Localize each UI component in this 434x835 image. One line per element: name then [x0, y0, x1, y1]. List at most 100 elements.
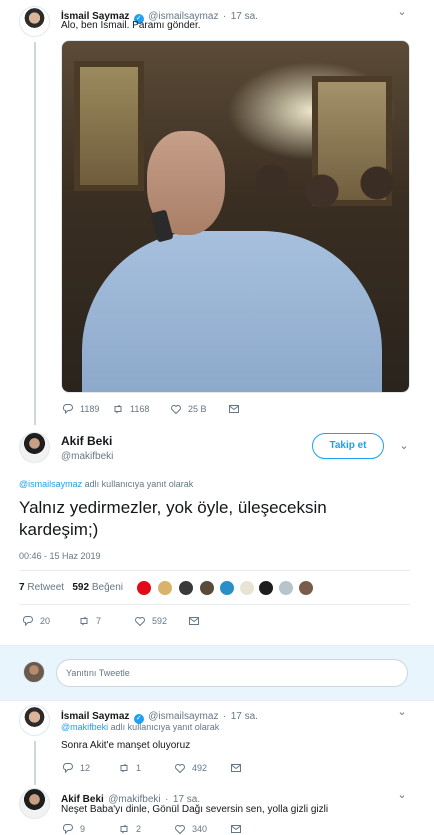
tweet-text: Neşet Baba'yı dinle, Gönül Dağı seversin… [61, 804, 329, 815]
retweet-icon [120, 763, 128, 773]
reply-button[interactable]: 12 [62, 762, 118, 774]
like-button[interactable]: 492 [174, 762, 230, 774]
photo-shirt [82, 231, 382, 392]
message-button[interactable] [230, 762, 242, 774]
reply-icon [63, 824, 73, 835]
reply-to-link[interactable]: @ismailsaymaz [19, 479, 82, 489]
like-button[interactable]: 340 [174, 823, 230, 835]
heart-icon [171, 405, 181, 415]
retweet-count: 1 [136, 763, 142, 773]
follow-button[interactable]: Takip et [312, 433, 384, 459]
reply-icon [63, 763, 73, 774]
tweet-time[interactable]: 17 sa. [231, 11, 258, 22]
chevron-down-icon[interactable]: ⌄ [397, 440, 411, 452]
tweet-actions: 9 2 340 [62, 823, 242, 835]
liker-avatar[interactable] [239, 580, 255, 596]
retweet-button[interactable]: 7 [78, 615, 134, 627]
tweet-actions: 1189 1168 25 B [62, 403, 240, 415]
author-handle[interactable]: @makifbeki [61, 451, 113, 462]
retweet-button[interactable]: 2 [118, 823, 174, 835]
like-count: 25 B [188, 404, 207, 414]
like-count: 340 [192, 824, 208, 834]
tweet-header: İsmail Saymaz ✓ @ismailsaymaz · 17 sa. [61, 6, 258, 24]
tweet-timestamp[interactable]: 00:46 - 15 Haz 2019 [19, 551, 101, 561]
reply-button[interactable]: 1189 [62, 403, 112, 415]
engagement-stats: 7 Retweet 592 Beğeni [19, 582, 123, 593]
tweet-actions: 12 1 492 [62, 762, 242, 774]
tweet-actions: 20 7 592 [22, 615, 200, 627]
retweet-count: 1168 [130, 404, 150, 414]
message-button[interactable] [230, 823, 242, 835]
retweet-count: 2 [136, 824, 142, 834]
liker-avatar[interactable] [298, 580, 314, 596]
retweet-button[interactable]: 1 [118, 762, 174, 774]
mail-icon [189, 617, 199, 625]
like-stat[interactable]: 592 Beğeni [72, 582, 123, 593]
chevron-down-icon[interactable]: ⌄ [395, 706, 409, 718]
chevron-down-icon[interactable]: ⌄ [395, 789, 409, 801]
reply-count: 12 [80, 763, 91, 773]
avatar[interactable] [19, 705, 50, 736]
reply-input[interactable]: Yanıtını Tweetle [56, 659, 408, 687]
photo-window-left [74, 61, 144, 191]
liker-avatar[interactable] [157, 580, 173, 596]
divider [19, 604, 410, 605]
avatar[interactable] [19, 432, 50, 463]
main-tweet-text: Yalnız yedirmezler, yok öyle, üleşeceksi… [19, 498, 327, 539]
reply-button[interactable]: 20 [22, 615, 78, 627]
liker-avatar[interactable] [199, 580, 215, 596]
tweet-time[interactable]: 17 sa. [231, 711, 258, 722]
reply-icon [23, 616, 33, 627]
reply-count: 1189 [80, 404, 100, 414]
thread-line [34, 42, 36, 425]
message-button[interactable] [228, 403, 240, 415]
avatar[interactable] [19, 788, 50, 819]
like-button[interactable]: 592 [134, 615, 188, 627]
reply-to-suffix: adlı kullanıcıya yanıt olarak [110, 722, 220, 732]
divider [0, 700, 434, 701]
tweet-photo[interactable] [61, 40, 410, 393]
retweet-button[interactable]: 1168 [112, 403, 170, 415]
reply-count: 20 [40, 616, 51, 626]
chevron-down-icon[interactable]: ⌄ [395, 6, 409, 18]
mail-icon [231, 825, 241, 833]
divider [19, 570, 410, 571]
liker-avatar[interactable] [278, 580, 294, 596]
heart-icon [135, 617, 145, 627]
reply-to-suffix: adlı kullanıcıya yanıt olarak [84, 479, 194, 489]
author-name[interactable]: İsmail Saymaz [61, 711, 129, 722]
avatar[interactable] [23, 661, 45, 683]
liker-avatar[interactable] [178, 580, 194, 596]
retweet-icon [80, 616, 88, 626]
reply-context: @makifbeki adlı kullanıcıya yanıt olarak [61, 722, 219, 732]
avatar[interactable] [19, 6, 50, 37]
retweet-count: 7 [96, 616, 102, 626]
author-handle[interactable]: @ismailsaymaz [148, 711, 218, 722]
photo-background-people [252, 161, 402, 241]
retweet-icon [120, 824, 128, 834]
author-name[interactable]: Akif Beki [61, 434, 112, 448]
liker-avatar[interactable] [219, 580, 235, 596]
separator-dot: · [222, 711, 227, 722]
thread-line [34, 741, 36, 785]
mail-icon [229, 405, 239, 413]
reply-button[interactable]: 9 [62, 823, 118, 835]
separator-dot: · [222, 11, 227, 22]
like-button[interactable]: 25 B [170, 403, 228, 415]
reply-to-link[interactable]: @makifbeki [61, 722, 108, 732]
liker-avatar[interactable] [258, 580, 274, 596]
message-button[interactable] [188, 615, 200, 627]
reply-count: 9 [80, 824, 86, 834]
reply-icon [63, 404, 73, 415]
like-count: 492 [192, 763, 208, 773]
retweet-icon [114, 404, 122, 414]
tweet-text: Alo, ben İsmail. Paramı gönder. [61, 20, 201, 31]
retweet-stat[interactable]: 7 Retweet [19, 582, 64, 593]
liker-avatar[interactable] [136, 580, 152, 596]
heart-icon [175, 764, 185, 774]
divider [0, 645, 434, 646]
tweet-text: Sonra Akit'e manşet oluyoruz [61, 740, 191, 751]
mail-icon [231, 764, 241, 772]
heart-icon [175, 825, 185, 835]
reply-context: @ismailsaymaz adlı kullanıcıya yanıt ola… [19, 479, 193, 489]
